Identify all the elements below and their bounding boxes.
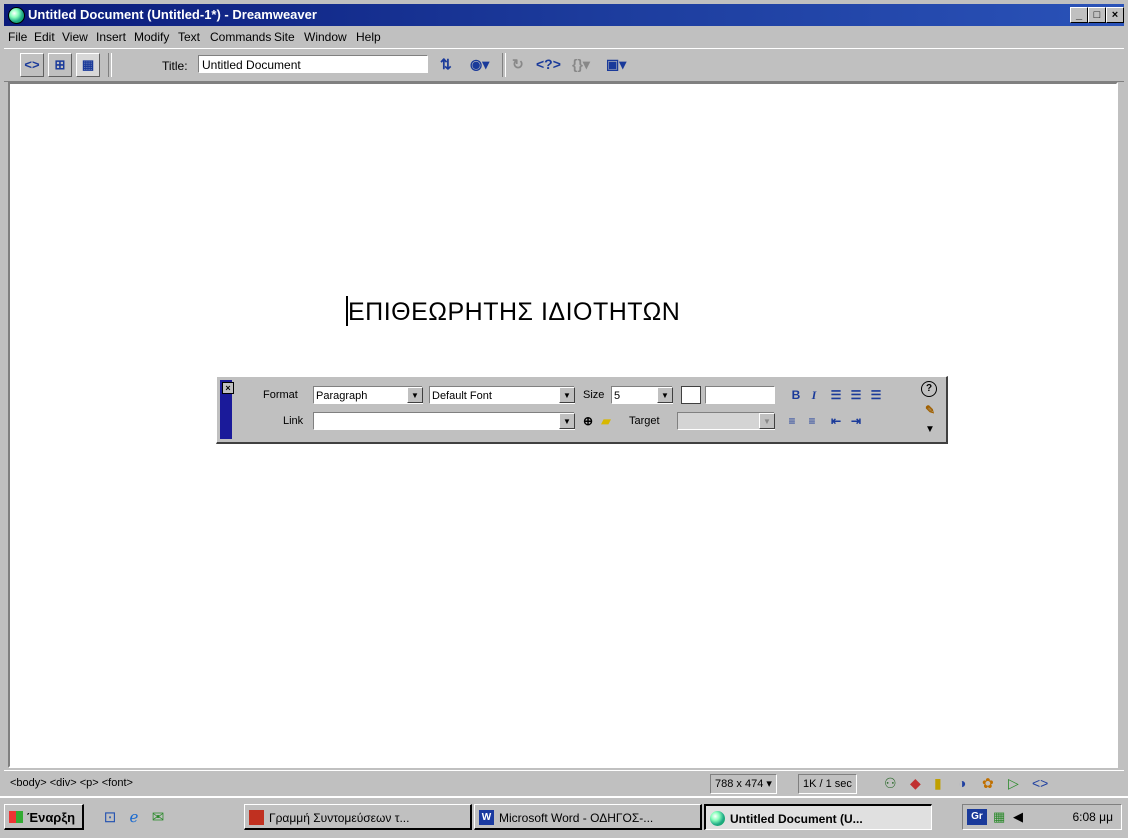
- align-right-icon[interactable]: ☰: [867, 386, 885, 404]
- target-label: Target: [629, 415, 660, 427]
- code-view-icon[interactable]: <>: [20, 53, 44, 77]
- code-and-design-icon[interactable]: ⊞: [48, 53, 72, 77]
- format-dropdown-icon[interactable]: ▼: [407, 387, 423, 403]
- internet-explorer-icon[interactable]: ℯ: [124, 808, 144, 828]
- properties-inspector: × Format Paragraph ▼ Default Font ▼ Size…: [216, 376, 948, 444]
- ordered-list-icon[interactable]: ≡: [803, 412, 821, 430]
- point-to-file-icon[interactable]: ⊕: [579, 412, 597, 430]
- menu-insert[interactable]: Insert: [96, 30, 126, 44]
- refresh-icon[interactable]: ↻: [512, 56, 524, 73]
- size-dropdown-icon[interactable]: ▼: [657, 387, 673, 403]
- format-label: Format: [263, 389, 298, 401]
- document-heading[interactable]: ΕΠΙΘΕΩΡΗΤΗΣ ΙΔΙΟΤΗΤΩΝ: [348, 298, 680, 327]
- outlook-express-icon[interactable]: ✉: [148, 808, 168, 828]
- windows-logo-icon: [9, 811, 23, 823]
- bold-button[interactable]: B: [787, 386, 805, 404]
- menu-edit[interactable]: Edit: [34, 30, 55, 44]
- align-center-icon[interactable]: ☰: [847, 386, 865, 404]
- assets-icon[interactable]: ◆: [910, 775, 921, 792]
- font-select[interactable]: Default Font: [429, 386, 575, 404]
- unordered-list-icon[interactable]: ≡: [783, 412, 801, 430]
- menu-bar: File Edit View Insert Modify Text Comman…: [4, 27, 1124, 47]
- text-outdent-icon[interactable]: ⇤: [827, 412, 845, 430]
- css-styles-icon[interactable]: ◑: [958, 775, 966, 791]
- dreamweaver-icon: [710, 811, 725, 826]
- status-bar: <body> <div> <p> <font> 788 x 474 ▾ 1K /…: [4, 770, 1124, 795]
- target-dropdown-icon[interactable]: ▼: [759, 413, 775, 429]
- taskbar: Έναρξη ⊡ ℯ ✉ Γραμμή Συντομεύσεων τ... W …: [0, 796, 1128, 838]
- expand-arrow-icon[interactable]: ▼: [921, 421, 939, 439]
- view-options-icon[interactable]: ▣▾: [606, 56, 626, 73]
- dreamweaver-icon: [8, 7, 25, 24]
- maximize-button[interactable]: □: [1088, 7, 1106, 23]
- language-indicator[interactable]: Gr: [967, 809, 987, 825]
- start-label: Έναρξη: [27, 810, 76, 825]
- file-management-icon[interactable]: ⇅: [440, 56, 452, 73]
- word-icon: W: [479, 810, 494, 825]
- preview-in-browser-icon[interactable]: ◉▾: [470, 56, 489, 73]
- menu-file[interactable]: File: [8, 30, 27, 44]
- menu-modify[interactable]: Modify: [134, 30, 169, 44]
- code-navigation-icon[interactable]: {}▾: [572, 56, 590, 73]
- html-styles-icon[interactable]: ▮: [934, 775, 942, 792]
- minimize-button[interactable]: _: [1070, 7, 1088, 23]
- show-desktop-icon[interactable]: ⊡: [100, 808, 120, 828]
- italic-button[interactable]: I: [805, 386, 823, 404]
- font-dropdown-icon[interactable]: ▼: [559, 387, 575, 403]
- toolbar-separator: [108, 53, 112, 77]
- link-dropdown-icon[interactable]: ▼: [559, 413, 575, 429]
- close-button[interactable]: ×: [1106, 7, 1124, 23]
- task-dreamweaver[interactable]: Untitled Document (U...: [704, 804, 932, 830]
- network-icon[interactable]: ▦: [993, 809, 1005, 825]
- menu-window[interactable]: Window: [304, 30, 347, 44]
- title-input[interactable]: Untitled Document: [198, 55, 428, 73]
- task-label: Microsoft Word - ΟΔΗΓΟΣ-...: [499, 811, 654, 825]
- quick-tag-editor-icon[interactable]: ✎: [921, 401, 939, 419]
- size-label: Size: [583, 389, 605, 401]
- text-color-swatch[interactable]: [681, 386, 701, 404]
- site-icon[interactable]: ⚇: [884, 775, 897, 792]
- task-label: Untitled Document (U...: [730, 812, 863, 826]
- text-indent-icon[interactable]: ⇥: [847, 412, 865, 430]
- menu-text[interactable]: Text: [178, 30, 200, 44]
- link-label: Link: [283, 415, 304, 427]
- system-tray: Gr ▦ ◀ 6:08 μμ: [962, 804, 1122, 830]
- behaviors-icon[interactable]: ✿: [982, 775, 994, 792]
- download-indicator: 1K / 1 sec: [798, 774, 857, 794]
- title-label: Title:: [162, 59, 188, 73]
- menu-help[interactable]: Help: [356, 30, 381, 44]
- task-label: Γραμμή Συντομεύσεων τ...: [269, 811, 410, 825]
- text-color-field[interactable]: [705, 386, 775, 404]
- align-left-icon[interactable]: ☰: [827, 386, 845, 404]
- task-shortcut-bar[interactable]: Γραμμή Συντομεύσεων τ...: [244, 804, 472, 830]
- inspector-close-icon[interactable]: ×: [222, 382, 234, 394]
- design-view-icon[interactable]: ▦: [76, 53, 100, 77]
- code-inspector-icon[interactable]: <>: [1032, 775, 1048, 791]
- task-microsoft-word[interactable]: W Microsoft Word - ΟΔΗΓΟΣ-...: [474, 804, 702, 830]
- reference-icon[interactable]: <?>: [536, 56, 561, 72]
- dreamweaver-window: Untitled Document (Untitled-1*) - Dreamw…: [0, 0, 1128, 838]
- browse-folder-icon[interactable]: ▰: [597, 412, 615, 430]
- tag-selector[interactable]: <body> <div> <p> <font>: [10, 777, 133, 789]
- volume-icon[interactable]: ◀: [1013, 809, 1023, 825]
- window-size-value: 788 x 474: [715, 778, 764, 790]
- start-button[interactable]: Έναρξη: [4, 804, 84, 830]
- office-shortcut-icon: [249, 810, 264, 825]
- window-size-popup[interactable]: 788 x 474 ▾: [710, 774, 777, 794]
- toolbar-separator: [502, 53, 506, 77]
- menu-site[interactable]: Site: [274, 30, 295, 44]
- timelines-icon[interactable]: ▷: [1008, 775, 1019, 792]
- clock[interactable]: 6:08 μμ: [1072, 810, 1113, 824]
- window-title: Untitled Document (Untitled-1*) - Dreamw…: [28, 7, 317, 22]
- document-toolbar: <> ⊞ ▦ Title: Untitled Document ⇅ ◉▾ ↻ <…: [4, 48, 1124, 82]
- menu-view[interactable]: View: [62, 30, 88, 44]
- title-bar[interactable]: Untitled Document (Untitled-1*) - Dreamw…: [4, 4, 1124, 26]
- link-input[interactable]: [313, 412, 575, 430]
- help-icon[interactable]: ?: [921, 381, 937, 397]
- menu-commands[interactable]: Commands: [210, 30, 271, 44]
